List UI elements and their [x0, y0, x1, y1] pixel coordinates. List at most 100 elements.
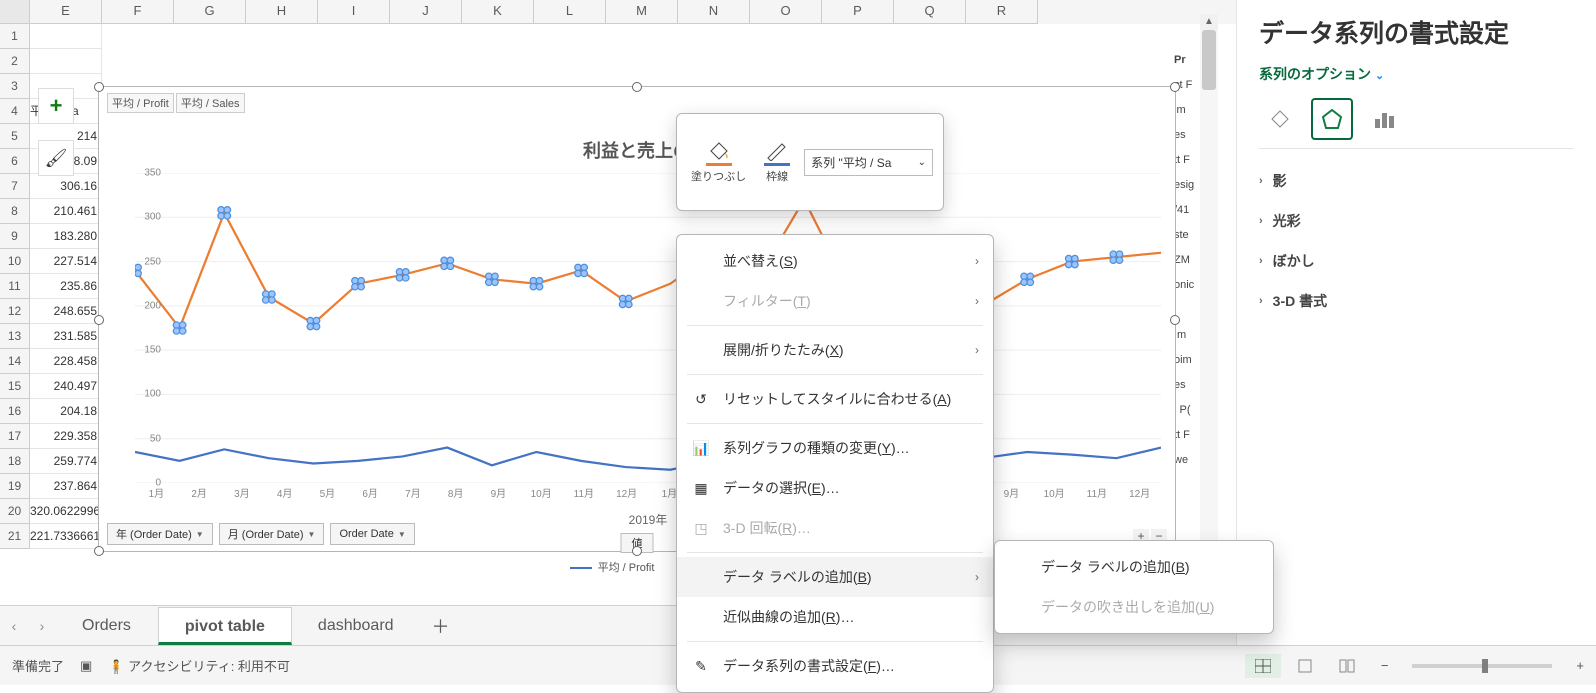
selection-handle[interactable] — [94, 315, 104, 325]
tab-orders[interactable]: Orders — [56, 607, 158, 645]
cell[interactable]: 306.16 — [30, 174, 102, 199]
menu-expand-collapse[interactable]: 展開/折りたたみ(X)› — [677, 330, 993, 370]
macro-record-icon[interactable]: ▣ — [80, 658, 92, 674]
series-profit-line[interactable] — [135, 448, 1161, 470]
cell[interactable]: 259.774 — [30, 449, 102, 474]
selection-handle[interactable] — [632, 82, 642, 92]
series-selector[interactable]: 系列 "平均 / Sa ⌄ — [804, 149, 933, 176]
row-hdr[interactable]: 15 — [0, 374, 30, 399]
view-normal-button[interactable] — [1245, 654, 1281, 678]
col-hdr[interactable]: R — [966, 0, 1038, 24]
chart-title[interactable]: 利益と売上の — [99, 137, 1175, 163]
filter-year[interactable]: 年 (Order Date)▼ — [107, 523, 213, 545]
view-page-layout-button[interactable] — [1287, 654, 1323, 678]
cell[interactable]: 320.0622996 — [30, 499, 102, 524]
outline-button[interactable]: 枠線 — [760, 139, 794, 186]
cell[interactable]: 183.280 — [30, 224, 102, 249]
row-hdr[interactable]: 16 — [0, 399, 30, 424]
menu-add-data-labels[interactable]: データ ラベルの追加(B)› — [677, 557, 993, 597]
zoom-in-button[interactable]: + — [1576, 658, 1584, 673]
col-hdr[interactable]: P — [822, 0, 894, 24]
accessibility-status[interactable]: 🧍 アクセシビリティ: 利用不可 — [108, 656, 290, 675]
field-buttons-top[interactable]: 平均 / Profit 平均 / Sales — [107, 93, 245, 113]
format-data-series-pane[interactable]: データ系列の書式設定 系列のオプション⌄ ›影 ›光彩 ›ぼかし ›3-D 書式 — [1236, 0, 1596, 645]
col-hdr[interactable]: G — [174, 0, 246, 24]
row-hdr[interactable]: 18 — [0, 449, 30, 474]
selection-handle[interactable] — [94, 82, 104, 92]
row-hdr[interactable]: 11 — [0, 274, 30, 299]
cell[interactable]: 235.86 — [30, 274, 102, 299]
scroll-track[interactable] — [1200, 30, 1218, 558]
menu-select-data[interactable]: ▦データの選択(E)… — [677, 468, 993, 508]
chart-context-menu[interactable]: 並べ替え(S)› フィルター(T)› 展開/折りたたみ(X)› ↺リセットしてス… — [676, 234, 994, 693]
row-hdr[interactable]: 20 — [0, 499, 30, 524]
row-hdr[interactable]: 3 — [0, 74, 30, 99]
row-hdr[interactable]: 8 — [0, 199, 30, 224]
cell[interactable]: 231.585 — [30, 324, 102, 349]
menu-change-chart-type[interactable]: 📊系列グラフの種類の変更(Y)… — [677, 428, 993, 468]
new-sheet-button[interactable]: ＋ — [421, 613, 461, 639]
selection-handle[interactable] — [1170, 82, 1180, 92]
col-hdr[interactable]: Q — [894, 0, 966, 24]
sheet-nav-prev[interactable]: ‹ — [0, 618, 28, 634]
menu-sort[interactable]: 並べ替え(S)› — [677, 241, 993, 281]
effects-tab[interactable] — [1311, 98, 1353, 140]
series-options-dropdown[interactable]: 系列のオプション⌄ — [1259, 64, 1574, 84]
submenu-add-data-labels[interactable]: データ ラベルの追加(B) — [995, 547, 1273, 587]
menu-reset-style[interactable]: ↺リセットしてスタイルに合わせる(A) — [677, 379, 993, 419]
filter-month[interactable]: 月 (Order Date)▼ — [219, 523, 325, 545]
cell[interactable]: 248.655 — [30, 299, 102, 324]
menu-format-series[interactable]: ✎データ系列の書式設定(F)… — [677, 646, 993, 686]
row-hdr[interactable]: 6 — [0, 149, 30, 174]
cell[interactable]: 228.458 — [30, 349, 102, 374]
tab-pivot-table[interactable]: pivot table — [158, 607, 292, 645]
cell[interactable] — [30, 24, 102, 49]
row-hdr[interactable]: 5 — [0, 124, 30, 149]
zoom-out-button[interactable]: − — [1381, 658, 1389, 673]
row-hdr[interactable]: 13 — [0, 324, 30, 349]
series-options-tab[interactable] — [1363, 98, 1405, 140]
row-hdr[interactable]: 1 — [0, 24, 30, 49]
chart-elements-button[interactable]: + — [38, 88, 74, 124]
series-sales-line[interactable] — [135, 200, 1161, 328]
row-hdr[interactable]: 17 — [0, 424, 30, 449]
col-hdr[interactable]: O — [750, 0, 822, 24]
zoom-thumb[interactable] — [1482, 659, 1488, 673]
section-shadow[interactable]: ›影 — [1259, 161, 1574, 201]
section-soft-edges[interactable]: ›ぼかし — [1259, 241, 1574, 281]
section-glow[interactable]: ›光彩 — [1259, 201, 1574, 241]
legend-item-profit[interactable]: 平均 / Profit — [570, 559, 655, 575]
col-hdr[interactable]: H — [246, 0, 318, 24]
row-hdr[interactable]: 2 — [0, 49, 30, 74]
selection-handle[interactable] — [632, 546, 642, 556]
sheet-nav-next[interactable]: › — [28, 618, 56, 634]
chart-styles-button[interactable]: 🖌 — [38, 140, 74, 176]
field-button-profit[interactable]: 平均 / Profit — [107, 93, 174, 113]
col-hdr[interactable]: K — [462, 0, 534, 24]
row-hdr[interactable]: 19 — [0, 474, 30, 499]
scroll-thumb[interactable] — [1202, 30, 1216, 90]
y-axis[interactable]: 050100150200250300350 — [135, 173, 165, 483]
cell[interactable]: 221.7336661 — [30, 524, 102, 549]
cell[interactable] — [30, 49, 102, 74]
plot-area[interactable]: 050100150200250300350 — [135, 173, 1161, 483]
mini-format-toolbar[interactable]: 塗りつぶし 枠線 系列 "平均 / Sa ⌄ — [676, 113, 944, 211]
axis-field-buttons[interactable]: 年 (Order Date)▼ 月 (Order Date)▼ Order Da… — [107, 523, 415, 545]
row-hdr[interactable]: 12 — [0, 299, 30, 324]
cell[interactable]: 210.461 — [30, 199, 102, 224]
view-page-break-button[interactable] — [1329, 654, 1365, 678]
row-hdr[interactable]: 10 — [0, 249, 30, 274]
vertical-scrollbar[interactable]: ▲ ▼ — [1200, 14, 1218, 574]
pivot-chart[interactable]: 平均 / Profit 平均 / Sales 利益と売上の 0501001502… — [98, 86, 1176, 552]
col-hdr[interactable]: J — [390, 0, 462, 24]
row-hdr[interactable]: 9 — [0, 224, 30, 249]
row-hdr[interactable]: 14 — [0, 349, 30, 374]
col-hdr[interactable]: N — [678, 0, 750, 24]
row-hdr[interactable]: 7 — [0, 174, 30, 199]
x-axis-labels[interactable]: 1月2月3月4月5月6月7月8月9月10月11月12月1月2月3月4月5月6月7… — [135, 485, 1161, 509]
col-hdr[interactable]: L — [534, 0, 606, 24]
row-hdr[interactable]: 4 — [0, 99, 30, 124]
section-3d-format[interactable]: ›3-D 書式 — [1259, 281, 1574, 321]
col-hdr[interactable]: M — [606, 0, 678, 24]
cell[interactable]: 240.497 — [30, 374, 102, 399]
